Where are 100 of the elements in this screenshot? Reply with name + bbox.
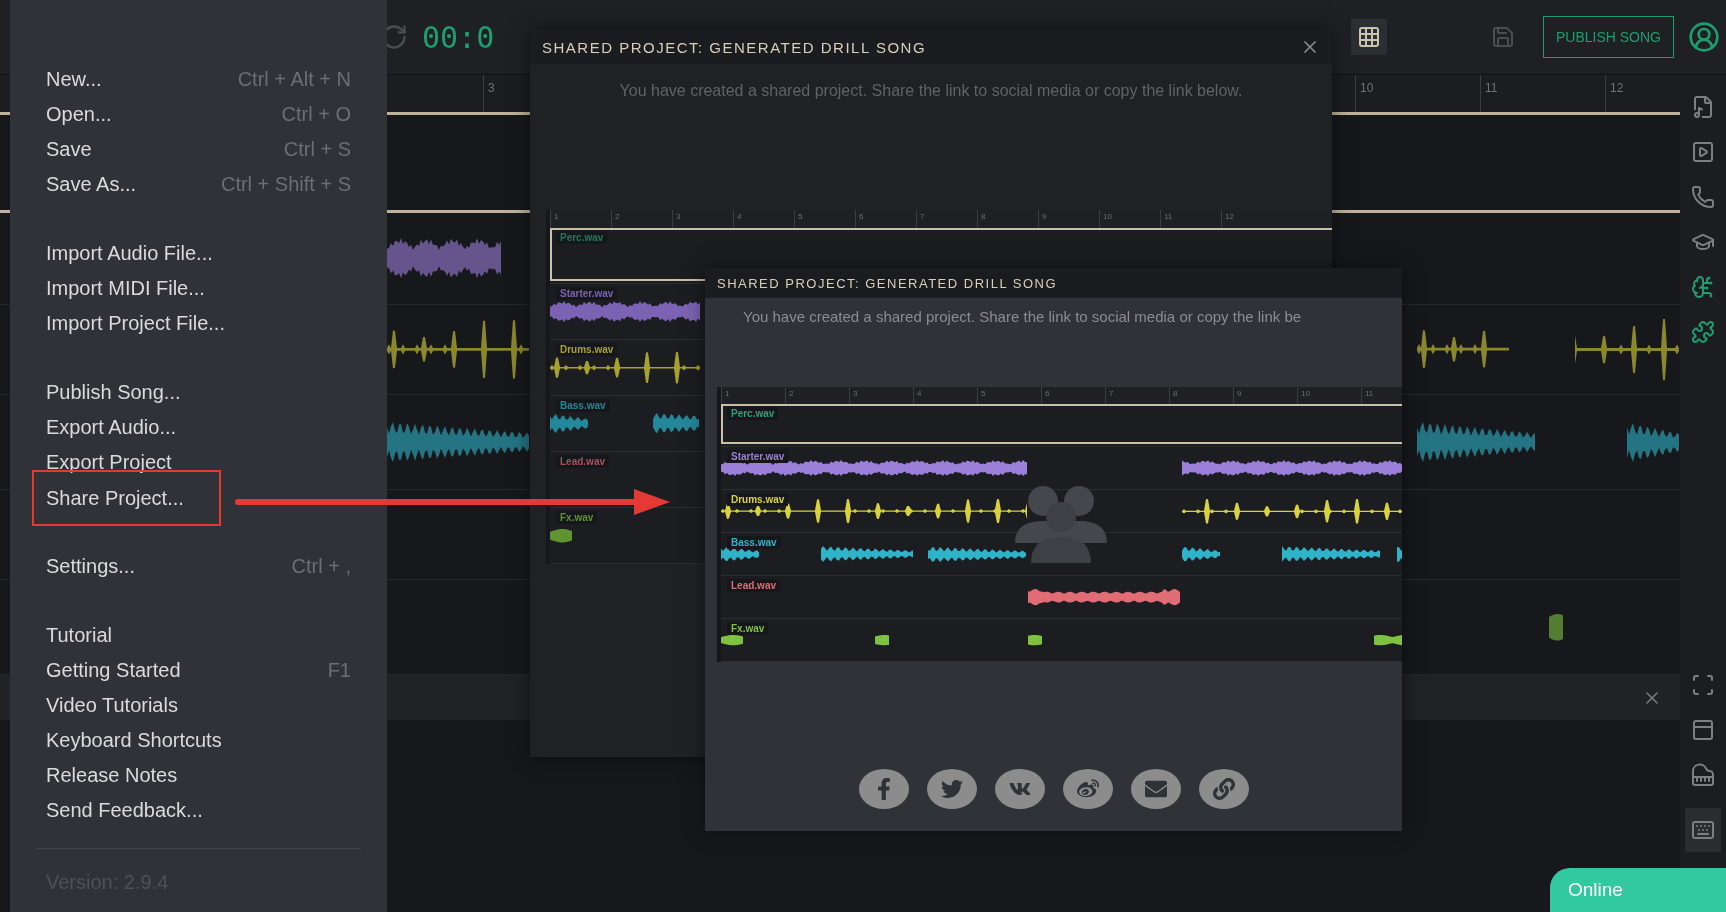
shortcut-text: Ctrl + O xyxy=(281,103,351,126)
menu-item[interactable]: Open... Ctrl + O xyxy=(46,97,351,132)
menu-item-label: Getting Started xyxy=(46,659,181,682)
shortcut-text: Ctrl + , xyxy=(291,555,351,578)
menu-item[interactable]: Import Project File... xyxy=(46,306,351,341)
waveform xyxy=(1373,634,1402,646)
track-label: Starter.wav xyxy=(556,287,618,300)
bar-number: 11 xyxy=(1160,210,1221,228)
bar-number: 6 xyxy=(855,210,916,228)
menu-item[interactable]: Share Project... xyxy=(32,470,221,526)
shortcut-text: Ctrl + Alt + N xyxy=(237,68,351,91)
menu-item[interactable]: Tutorial xyxy=(46,618,351,653)
track-label: Fx.wav xyxy=(727,622,769,635)
bar-number: 8 xyxy=(1169,387,1233,404)
time-display: 00:0 xyxy=(422,19,495,55)
menu-item-label: Release Notes xyxy=(46,764,178,787)
menu-item[interactable]: Import Audio File... xyxy=(46,236,351,271)
bar-number: 1 xyxy=(550,210,611,228)
shortcut-text: Ctrl + S xyxy=(283,138,351,161)
track-label: Drums.wav xyxy=(727,493,789,506)
menu-item[interactable]: Video Tutorials xyxy=(46,688,351,723)
menu-item-label: Open... xyxy=(46,103,112,126)
bar-number: 2 xyxy=(785,387,849,404)
dialog-message: You have created a shared project. Share the link to social media or copy the link be xyxy=(743,308,1302,325)
menu-item[interactable]: Export Audio... xyxy=(46,410,351,445)
shortcut-text: Ctrl + Shift + S xyxy=(220,173,351,196)
dialog-title: SHARED PROJECT: GENERATED DRILL SONG xyxy=(542,38,927,56)
track-label: Bass.wav xyxy=(556,399,610,412)
bar-number: 3 xyxy=(672,210,733,228)
bar-number: 9 xyxy=(1233,387,1297,404)
puzzle-icon[interactable] xyxy=(1691,320,1715,344)
menu-item-label: Share Project... xyxy=(46,486,184,510)
bar-number: 4 xyxy=(913,387,977,404)
bar-number: 12 xyxy=(1221,210,1282,228)
link-share-button[interactable] xyxy=(1198,769,1249,809)
waveform xyxy=(1627,422,1680,462)
menu-item[interactable]: Release Notes xyxy=(46,758,351,793)
grid-icon xyxy=(1356,25,1381,49)
menu-item-label: Import Audio File... xyxy=(46,242,213,265)
waveform xyxy=(550,528,574,543)
menu-item[interactable]: Send Feedback... xyxy=(46,793,351,828)
menu-item-label: Publish Song... xyxy=(46,381,181,404)
menu-item[interactable]: Save Ctrl + S xyxy=(46,132,351,167)
link-icon xyxy=(1212,778,1235,800)
menu-item-label: Tutorial xyxy=(46,624,112,647)
waveform xyxy=(721,546,760,562)
menu-item[interactable]: Save As... Ctrl + Shift + S xyxy=(46,167,351,202)
envelope-share-button[interactable] xyxy=(1130,769,1181,809)
track-label: Perc.wav xyxy=(556,231,608,244)
waveform xyxy=(721,634,745,646)
music-file-icon[interactable] xyxy=(1691,95,1715,119)
waveform xyxy=(1181,546,1221,562)
bar-number: 8 xyxy=(977,210,1038,228)
vk-share-button[interactable] xyxy=(994,769,1045,809)
play-square-icon[interactable] xyxy=(1691,140,1715,164)
bar-number: 10 xyxy=(1099,210,1160,228)
menu-item[interactable]: Publish Song... xyxy=(46,375,351,410)
menu-item[interactable]: Import MIDI File... xyxy=(46,271,351,306)
waveform xyxy=(653,413,700,434)
envelope-icon xyxy=(1144,778,1167,800)
bar-number: 7 xyxy=(916,210,977,228)
bar-number: 3 xyxy=(849,387,913,404)
menu-item[interactable]: Getting Started F1 xyxy=(46,653,351,688)
phone-icon[interactable] xyxy=(1691,185,1715,209)
bar-number: 2 xyxy=(611,210,672,228)
menu-item[interactable]: Keyboard Shortcuts xyxy=(46,723,351,758)
twitter-share-button[interactable] xyxy=(926,769,977,809)
bar-number: 11 xyxy=(1361,387,1402,404)
track-label: Drums.wav xyxy=(556,343,618,356)
menu-item-label: Save xyxy=(46,138,92,161)
menu-item-label: Send Feedback... xyxy=(46,799,203,822)
scan-icon[interactable] xyxy=(1691,673,1715,697)
keyboard-button[interactable] xyxy=(1685,808,1721,852)
bar-number: 1 xyxy=(721,387,785,404)
circuit-icon[interactable] xyxy=(1691,275,1715,299)
menu-item-label: Save As... xyxy=(46,173,137,196)
bar-number: 4 xyxy=(733,210,794,228)
menu-item-label: Import MIDI File... xyxy=(46,277,205,300)
menu-item[interactable]: Settings... Ctrl + , xyxy=(46,549,351,584)
menu-item-label: Settings... xyxy=(46,555,135,578)
bar-number: 6 xyxy=(1041,387,1105,404)
menu-item[interactable]: New... Ctrl + Alt + N xyxy=(46,62,351,97)
dialog-title: SHARED PROJECT: GENERATED DRILL SONG xyxy=(717,275,1058,291)
track-label: Fx.wav xyxy=(556,511,598,524)
bar-number: 9 xyxy=(1038,210,1099,228)
piano-icon[interactable] xyxy=(1691,763,1715,787)
waveform xyxy=(874,634,890,646)
grid-button[interactable] xyxy=(1350,19,1387,55)
track-label: Bass.wav xyxy=(727,536,781,549)
avatar-icon[interactable] xyxy=(1688,21,1720,53)
bar-number: 5 xyxy=(977,387,1041,404)
publish-button[interactable]: PUBLISH SONG xyxy=(1542,16,1674,58)
menu-item-label: Video Tutorials xyxy=(46,694,178,717)
bar-number: 5 xyxy=(794,210,855,228)
bar-number: 10 xyxy=(1297,387,1361,404)
panel-icon[interactable] xyxy=(1691,718,1715,742)
track-label: Lead.wav xyxy=(727,579,781,592)
dialog-message: You have created a shared project. Share the link to social media or copy the link below. xyxy=(619,82,1243,100)
weibo-share-button[interactable] xyxy=(1062,769,1113,809)
facebook-share-button[interactable] xyxy=(858,769,909,809)
